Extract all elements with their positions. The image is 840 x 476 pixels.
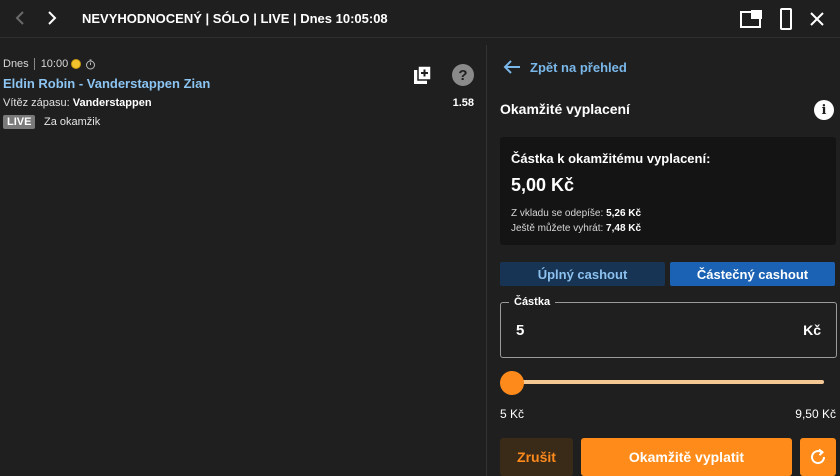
deduct-value: 5,26 Kč xyxy=(606,208,642,219)
ticket-panel: Dnes 10:00 Eldin Robin - Vanderstappen Z… xyxy=(0,45,487,476)
amount-unit: Kč xyxy=(803,322,821,338)
live-badge: LIVE xyxy=(3,115,36,129)
cashout-panel: Zpět na přehled Okamžité vyplacení i Čás… xyxy=(488,45,840,476)
cashout-summary: Částka k okamžitému vyplacení: 5,00 Kč Z… xyxy=(500,137,836,245)
match-name-link[interactable]: Eldin Robin - Vanderstappen Zian xyxy=(3,76,210,91)
cashout-amount-label: Částka k okamžitému vyplacení: xyxy=(511,151,711,166)
event-time: 10:00 xyxy=(40,58,69,70)
odds-value: 1.58 xyxy=(452,97,474,109)
panel-title: Okamžité vyplacení xyxy=(500,101,630,117)
cashout-amount-value: 5,00 Kč xyxy=(511,175,575,195)
amount-field: Částka Kč xyxy=(500,296,837,358)
amount-slider-track[interactable] xyxy=(512,380,824,384)
cashout-now-button[interactable]: Okamžitě vyplatit xyxy=(581,438,792,476)
market-label: Vítěz zápasu: xyxy=(3,97,70,109)
amount-input[interactable] xyxy=(516,322,776,339)
arrow-left-icon xyxy=(503,60,520,74)
top-bar: NEVYHODNOCENÝ | SÓLO | LIVE | Dnes 10:05… xyxy=(0,0,840,38)
event-meta: Dnes 10:00 xyxy=(3,58,96,70)
tennis-ball-icon xyxy=(71,59,82,69)
back-label: Zpět na přehled xyxy=(530,59,627,75)
cancel-button[interactable]: Zrušit xyxy=(500,438,573,476)
stopwatch-icon xyxy=(85,59,96,70)
copy-add-icon[interactable] xyxy=(413,65,433,85)
mobile-view-icon[interactable] xyxy=(774,8,798,30)
tab-full-cashout[interactable]: Úplný cashout xyxy=(500,262,665,286)
event-day: Dnes xyxy=(3,58,29,70)
close-icon[interactable] xyxy=(805,8,829,30)
remaining-win-value: 7,48 Kč xyxy=(606,223,642,234)
ticket-status-title: NEVYHODNOCENÝ | SÓLO | LIVE | Dnes 10:05… xyxy=(82,11,388,26)
refresh-icon xyxy=(811,448,826,465)
info-icon[interactable]: i xyxy=(814,100,834,120)
remaining-win-line: Ještě můžete vyhrát: 7,48 Kč xyxy=(511,223,641,234)
slider-max-label: 9,50 Kč xyxy=(795,407,836,421)
slider-min-label: 5 Kč xyxy=(500,407,525,421)
remaining-win-label: Ještě můžete vyhrát: xyxy=(511,223,604,234)
help-icon[interactable]: ? xyxy=(452,64,474,86)
amount-field-legend: Částka xyxy=(509,296,556,309)
deduct-label: Z vkladu se odepíše: xyxy=(511,208,604,219)
back-to-overview-link[interactable]: Zpět na přehled xyxy=(502,59,627,75)
deduct-line: Z vkladu se odepíše: 5,26 Kč xyxy=(511,208,641,219)
divider xyxy=(33,58,35,70)
picture-in-picture-icon[interactable] xyxy=(740,8,764,30)
live-status: Za okamžik xyxy=(44,116,101,128)
tab-partial-cashout[interactable]: Částečný cashout xyxy=(670,262,835,286)
selection-name: Vanderstappen xyxy=(72,97,152,109)
chevron-right-icon[interactable] xyxy=(42,8,62,28)
amount-slider-thumb[interactable] xyxy=(500,371,524,395)
market-selection: Vítěz zápasu: Vanderstappen xyxy=(3,97,152,109)
refresh-button[interactable] xyxy=(800,438,836,476)
chevron-left-icon[interactable] xyxy=(10,8,30,28)
